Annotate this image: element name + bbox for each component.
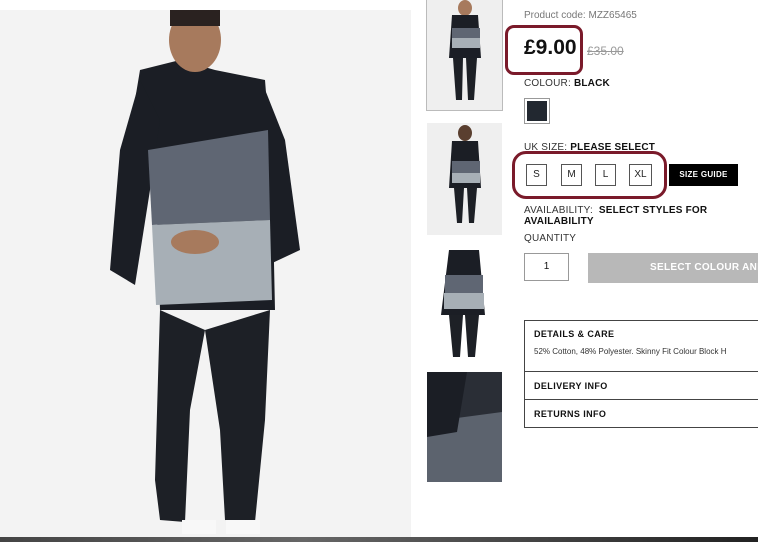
colour-label: COLOUR: BLACK: [524, 78, 610, 89]
quantity-label: QUANTITY: [524, 233, 577, 244]
size-guide-button[interactable]: SIZE GUIDE: [669, 164, 738, 186]
was-price: £35.00: [587, 44, 624, 58]
details-care-header[interactable]: DETAILS & CARE: [525, 321, 758, 347]
delivery-info-header[interactable]: DELIVERY INFO: [525, 371, 758, 399]
details-care-text: 52% Cotton, 48% Polyester. Skinny Fit Co…: [534, 347, 727, 356]
thumbnail-closeup[interactable]: [427, 372, 502, 482]
add-to-bag-button[interactable]: SELECT COLOUR AND: [588, 253, 758, 283]
quantity-input[interactable]: 1: [524, 253, 569, 281]
size-highlight-annotation: [512, 151, 667, 199]
product-code: Product code: MZZ65465: [524, 10, 637, 21]
price-highlight-annotation: [505, 25, 583, 75]
colour-value: BLACK: [573, 78, 610, 89]
availability-label: AVAILABILITY: SELECT STYLES FOR AVAILABI…: [524, 205, 758, 227]
thumbnail-back[interactable]: [427, 123, 502, 235]
returns-info-header[interactable]: RETURNS INFO: [525, 399, 758, 427]
bottom-divider: [0, 537, 758, 542]
main-product-image[interactable]: [0, 10, 411, 537]
product-info-accordion: DETAILS & CARE 52% Cotton, 48% Polyester…: [524, 320, 758, 428]
swatch-fill: [527, 101, 547, 121]
colour-swatch-black[interactable]: [524, 98, 550, 124]
colour-label-text: COLOUR:: [524, 78, 571, 89]
availability-label-text: AVAILABILITY:: [524, 205, 593, 216]
thumbnail-flat[interactable]: [427, 245, 502, 360]
thumbnail-front[interactable]: [426, 0, 503, 111]
